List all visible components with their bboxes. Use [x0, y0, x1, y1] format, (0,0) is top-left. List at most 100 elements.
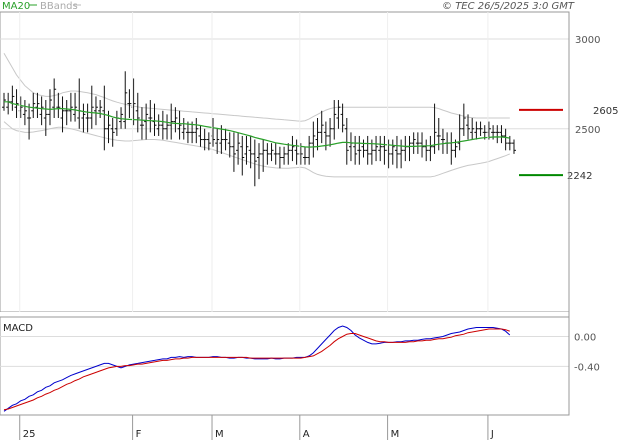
ohlc-bar [160, 110, 165, 140]
ohlc-bar [81, 103, 86, 133]
ohlc-bar [39, 96, 44, 126]
header-legend: MA20 BBands [2, 1, 81, 12]
ohlc-bar [156, 114, 161, 136]
ohlc-bar [35, 92, 40, 118]
ohlc-bar [403, 135, 408, 162]
ohlc-bar [344, 117, 349, 165]
ohlc-bar [332, 100, 337, 140]
ohlc-bar [294, 139, 299, 165]
ohlc-bar [68, 92, 73, 122]
macd-title: MACD [3, 323, 33, 334]
ohlc-bar [27, 103, 32, 140]
ohlc-bar [98, 100, 103, 118]
ohlc-bar [286, 143, 291, 165]
ohlc-bar [474, 121, 479, 140]
ohlc-bar [43, 100, 48, 136]
resistance-label: 2605 [593, 106, 618, 117]
time-axis-label: M [215, 429, 224, 440]
ohlc-bar [282, 146, 287, 165]
ohlc-bar [277, 146, 282, 169]
ohlc-bar [148, 100, 153, 133]
ohlc-bar [165, 114, 170, 140]
legend-bbands: BBands [40, 1, 78, 12]
macd-axis-labels: 0.00 -0.40 [574, 332, 600, 373]
panel-separator [0, 312, 569, 317]
ohlc-bar [261, 139, 266, 172]
ohlc-bar [466, 114, 471, 140]
ohlc-bar [307, 135, 312, 165]
legend-ma20: MA20 [2, 1, 30, 12]
macd-series [3, 325, 511, 412]
ohlc-bar [231, 132, 236, 172]
ohlc-bar [257, 143, 261, 180]
ohlc-bar [382, 135, 387, 165]
ohlc-bar [22, 100, 27, 126]
ohlc-bar [499, 125, 504, 144]
ohlc-bar [73, 92, 78, 122]
ohlc-bar [461, 103, 466, 136]
ohlc-bar [89, 85, 94, 129]
ohlc-bar [85, 103, 90, 133]
ohlc-bar [436, 117, 441, 151]
ohlc-bar [319, 110, 324, 144]
time-axis-label: F [136, 429, 142, 440]
ohlc-bar [177, 110, 182, 140]
ohlc-bar [394, 135, 399, 169]
ohlc-bar [77, 78, 82, 129]
ohlc-bar [47, 89, 52, 126]
ohlc-bar [6, 92, 11, 115]
ohlc-bar [390, 139, 395, 165]
ohlc-bar [139, 107, 144, 140]
ohlc-bar [449, 132, 454, 165]
ohlc-bar [399, 139, 404, 169]
ohlc-bar [478, 121, 483, 136]
ohlc-bar [512, 139, 516, 154]
price-panel: 2605 2242 3000 2500 [0, 11, 618, 313]
ohlc-bar [411, 132, 416, 154]
ohlc-bar [407, 135, 412, 162]
bbands-lower-line [3, 121, 510, 178]
ohlc-bar [123, 71, 128, 129]
time-axis-label: J [490, 429, 494, 440]
ohlc-bar [424, 139, 429, 162]
ohlc-bar [290, 135, 295, 162]
ohlc-bar [457, 114, 462, 151]
stock-chart: MA20 BBands © TEC 26/5/2025 3:0 GMT 2605… [0, 1, 618, 440]
macd-tick-label: -0.40 [574, 362, 600, 373]
ohlc-bar [110, 117, 115, 147]
price-axis-labels: 3000 2500 [575, 35, 600, 136]
macd-panel: MACD 0.00 -0.40 [0, 316, 600, 416]
ohlc-bar [240, 135, 245, 176]
time-axis-label: A [303, 429, 310, 440]
ohlc-bar [223, 128, 228, 151]
ohlc-bar [102, 85, 107, 151]
ma20-line-group [4, 101, 510, 148]
ohlc-bar [495, 125, 500, 144]
ohlc-bar [365, 135, 370, 165]
ohlc-bar [31, 92, 36, 118]
ohlc-bar [353, 135, 358, 165]
bollinger-bands [3, 53, 510, 178]
price-tick-label: 2500 [575, 125, 600, 136]
macd-macd-line [3, 325, 511, 412]
ohlc-bar [52, 78, 57, 118]
ohlc-bar [420, 132, 425, 158]
ohlc-bar [273, 143, 278, 165]
ohlc-bar [93, 96, 98, 126]
ohlc-bar [348, 132, 353, 162]
ohlc-bar [315, 117, 320, 151]
time-axis-label: M [391, 429, 400, 440]
ohlc-bar [265, 143, 270, 165]
ohlc-bar [302, 146, 307, 165]
price-tick-label: 3000 [575, 35, 600, 46]
ohlc-bar [227, 132, 232, 158]
ohlc-bar [340, 103, 345, 133]
macd-gridlines [0, 335, 569, 367]
ohlc-bar [135, 92, 140, 133]
ohlc-bar [428, 135, 433, 162]
price-gridlines [0, 38, 569, 130]
ohlc-bar [361, 139, 366, 158]
ohlc-bar [415, 132, 420, 154]
ohlc-bar [169, 103, 174, 140]
time-axis-label: 25 [23, 429, 36, 440]
